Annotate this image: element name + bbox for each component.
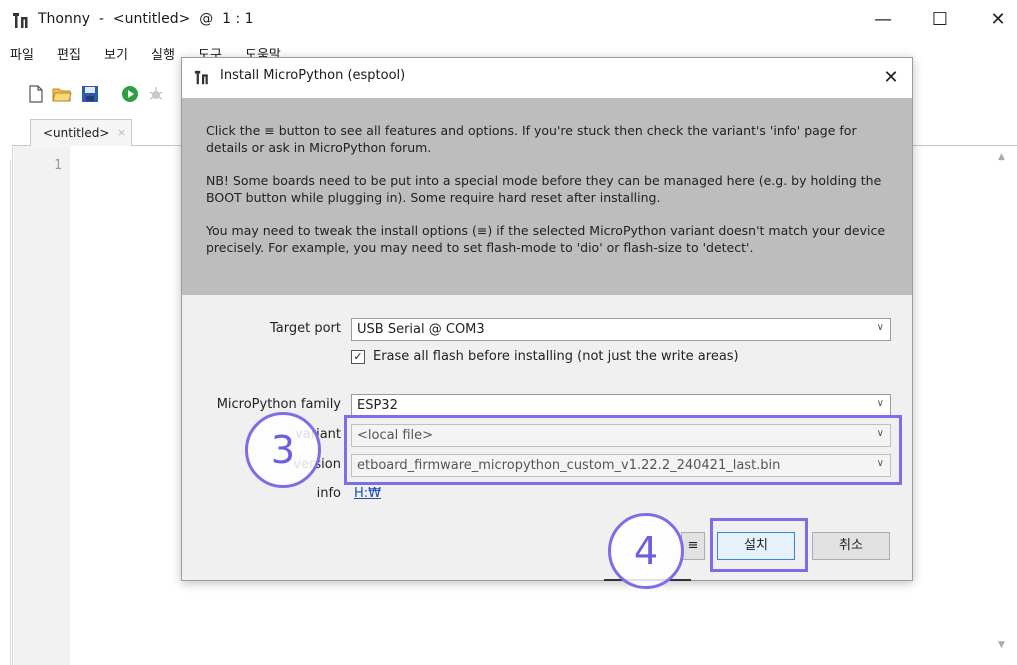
annotation-step-3: 3: [245, 412, 321, 488]
cancel-button[interactable]: 취소: [812, 532, 890, 560]
info-link[interactable]: H:₩: [354, 486, 381, 501]
options-menu-button[interactable]: ≡: [681, 532, 705, 560]
annotation-highlight-variant-version: [344, 415, 902, 485]
erase-flash-checkbox[interactable]: ✓: [351, 350, 365, 364]
instruction-text: You may need to tweak the install option…: [206, 223, 886, 255]
instructions-panel: Click the ≡ button to see all features a…: [182, 98, 912, 295]
menu-file[interactable]: 파일: [10, 44, 34, 63]
instruction-text: Click the ≡ button to see all features a…: [206, 123, 857, 155]
thonny-logo-icon: [13, 13, 28, 28]
menu-edit[interactable]: 편집: [57, 44, 81, 63]
new-file-icon[interactable]: [26, 84, 46, 104]
open-folder-icon[interactable]: [52, 84, 72, 104]
install-micropython-dialog: Install MicroPython (esptool) ✕ Click th…: [181, 57, 913, 581]
family-select[interactable]: ESP32 ∨: [351, 394, 891, 417]
window-left-border: [0, 160, 11, 665]
annotation-step-4: 4: [608, 513, 684, 589]
menu-view[interactable]: 보기: [104, 44, 128, 63]
target-port-value: USB Serial @ COM3: [357, 322, 485, 337]
chevron-down-icon: ∨: [876, 322, 884, 333]
dialog-close-button[interactable]: ✕: [877, 64, 905, 92]
family-label: MicroPython family: [216, 397, 341, 412]
dialog-titlebar: Install MicroPython (esptool) ✕: [182, 58, 912, 98]
window-title: Thonny - <untitled> @ 1 : 1: [38, 11, 254, 27]
window-titlebar: Thonny - <untitled> @ 1 : 1 — ☐ ✕: [0, 0, 1017, 40]
erase-flash-label: Erase all flash before installing (not j…: [373, 349, 739, 364]
scroll-down-arrow-icon[interactable]: ▼: [998, 640, 1005, 650]
scroll-up-arrow-icon[interactable]: ▲: [998, 152, 1005, 162]
debug-icon[interactable]: [146, 84, 166, 104]
maximize-button[interactable]: ☐: [925, 8, 955, 32]
line-number: 1: [54, 158, 62, 173]
line-number-gutter: 1: [14, 146, 70, 665]
target-port-select[interactable]: USB Serial @ COM3 ∨: [351, 318, 891, 341]
instruction-text: NB! Some boards need to be put into a sp…: [206, 173, 882, 205]
run-icon[interactable]: [120, 84, 140, 104]
thonny-logo-icon: [194, 70, 208, 85]
target-port-label: Target port: [270, 321, 341, 336]
close-window-button[interactable]: ✕: [983, 8, 1013, 32]
info-label: info: [316, 486, 341, 501]
save-icon[interactable]: [80, 84, 100, 104]
chevron-down-icon: ∨: [876, 398, 884, 409]
minimize-button[interactable]: —: [868, 8, 898, 32]
tab-close-icon[interactable]: ×: [117, 126, 126, 139]
dialog-title: Install MicroPython (esptool): [220, 68, 406, 83]
editor-tab-label: <untitled>: [43, 126, 110, 140]
annotation-highlight-install: [710, 518, 808, 572]
menu-run[interactable]: 실행: [151, 44, 175, 63]
family-value: ESP32: [357, 398, 398, 413]
editor-tab-untitled[interactable]: <untitled> ×: [30, 119, 132, 146]
